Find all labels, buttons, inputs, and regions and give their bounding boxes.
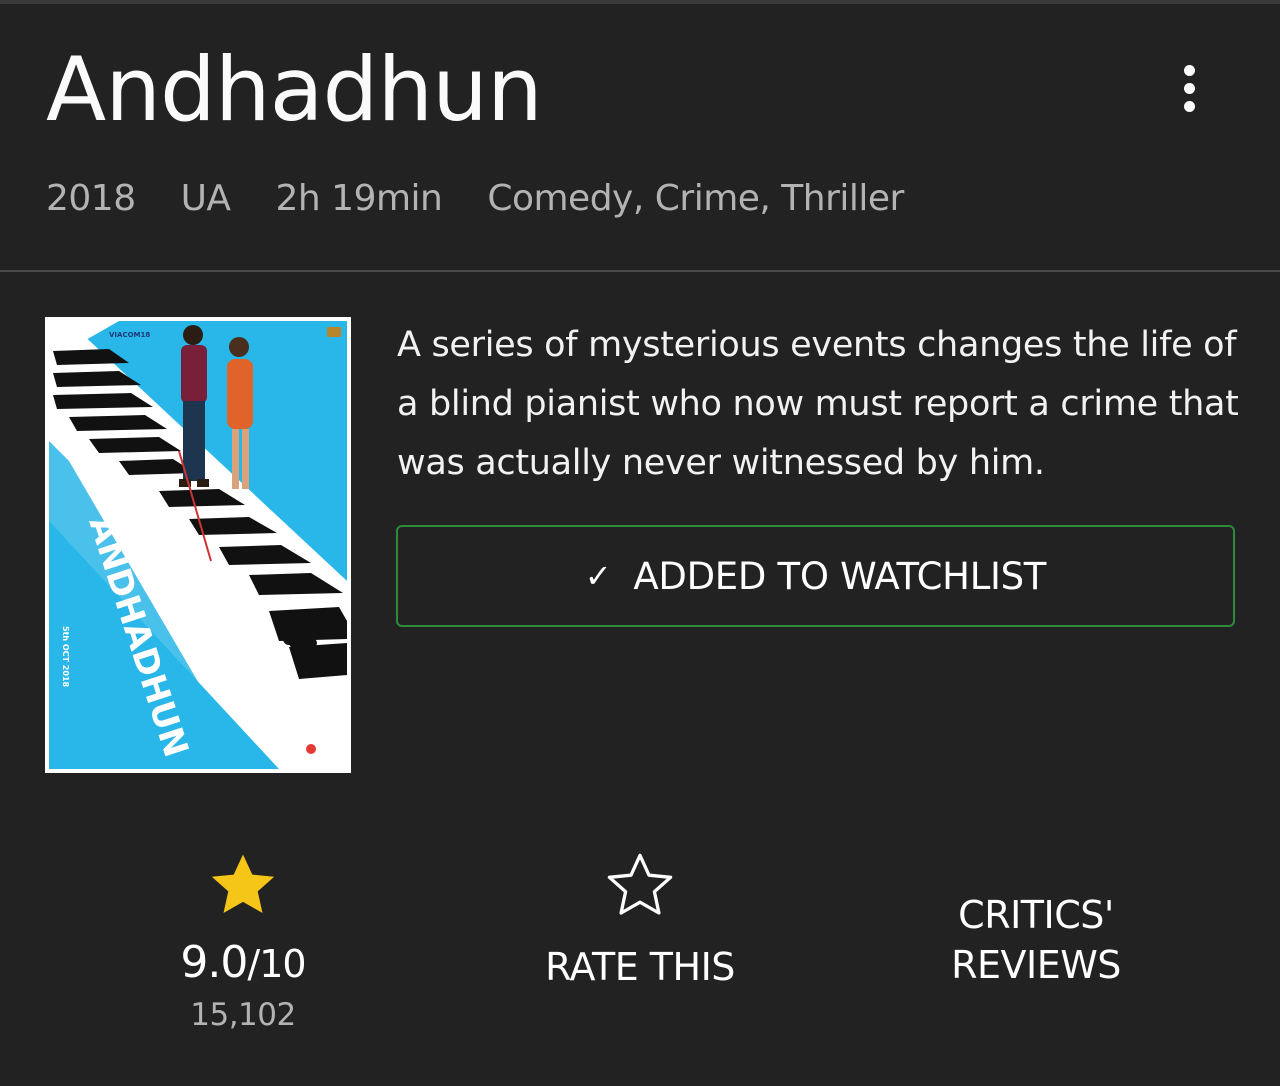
movie-genres: Comedy, Crime, Thriller <box>487 178 904 219</box>
watchlist-button[interactable]: ✓ ADDED TO WATCHLIST <box>396 525 1235 627</box>
star-outline-icon <box>607 853 673 915</box>
rating-number: 9.0 <box>180 937 248 988</box>
critics-label-line2: REVIEWS <box>951 943 1121 987</box>
critics-label-line1: CRITICS' <box>958 893 1114 937</box>
movie-runtime: 2h 19min <box>275 178 443 219</box>
movie-certificate: UA <box>180 178 231 219</box>
rate-this-button[interactable]: RATE THIS <box>520 850 760 990</box>
critics-reviews-button[interactable]: CRITICS' REVIEWS <box>905 890 1167 990</box>
overflow-menu-icon[interactable] <box>1166 58 1212 118</box>
check-icon: ✓ <box>584 557 612 595</box>
rating-denominator: /10 <box>247 942 306 986</box>
star-filled-icon <box>211 854 275 913</box>
poster-image: ANDHADHUN VIACOM18 5th OCT 2018 <box>49 321 347 769</box>
rate-this-label: RATE THIS <box>545 945 735 989</box>
menu-dot <box>1183 82 1195 94</box>
imdb-rating[interactable]: 9.0/10 15,102 <box>143 850 343 1033</box>
page-title: Andhadhun <box>46 38 543 141</box>
poster-release-text: 5th OCT 2018 <box>61 626 70 687</box>
status-bar-strip <box>0 0 1280 4</box>
movie-description: A series of mysterious events changes th… <box>397 325 1239 483</box>
rating-value: 9.0/10 <box>143 938 343 989</box>
movie-year: 2018 <box>46 178 136 219</box>
poster-studio-text: VIACOM18 <box>109 331 150 339</box>
movie-poster[interactable]: ANDHADHUN VIACOM18 5th OCT 2018 <box>45 317 351 773</box>
divider <box>0 270 1280 272</box>
rating-count: 15,102 <box>190 997 296 1033</box>
menu-dot <box>1183 64 1195 76</box>
movie-meta: 2018 UA 2h 19min Comedy, Crime, Thriller <box>46 178 938 219</box>
watchlist-label: ADDED TO WATCHLIST <box>633 554 1047 598</box>
menu-dot <box>1183 100 1195 112</box>
